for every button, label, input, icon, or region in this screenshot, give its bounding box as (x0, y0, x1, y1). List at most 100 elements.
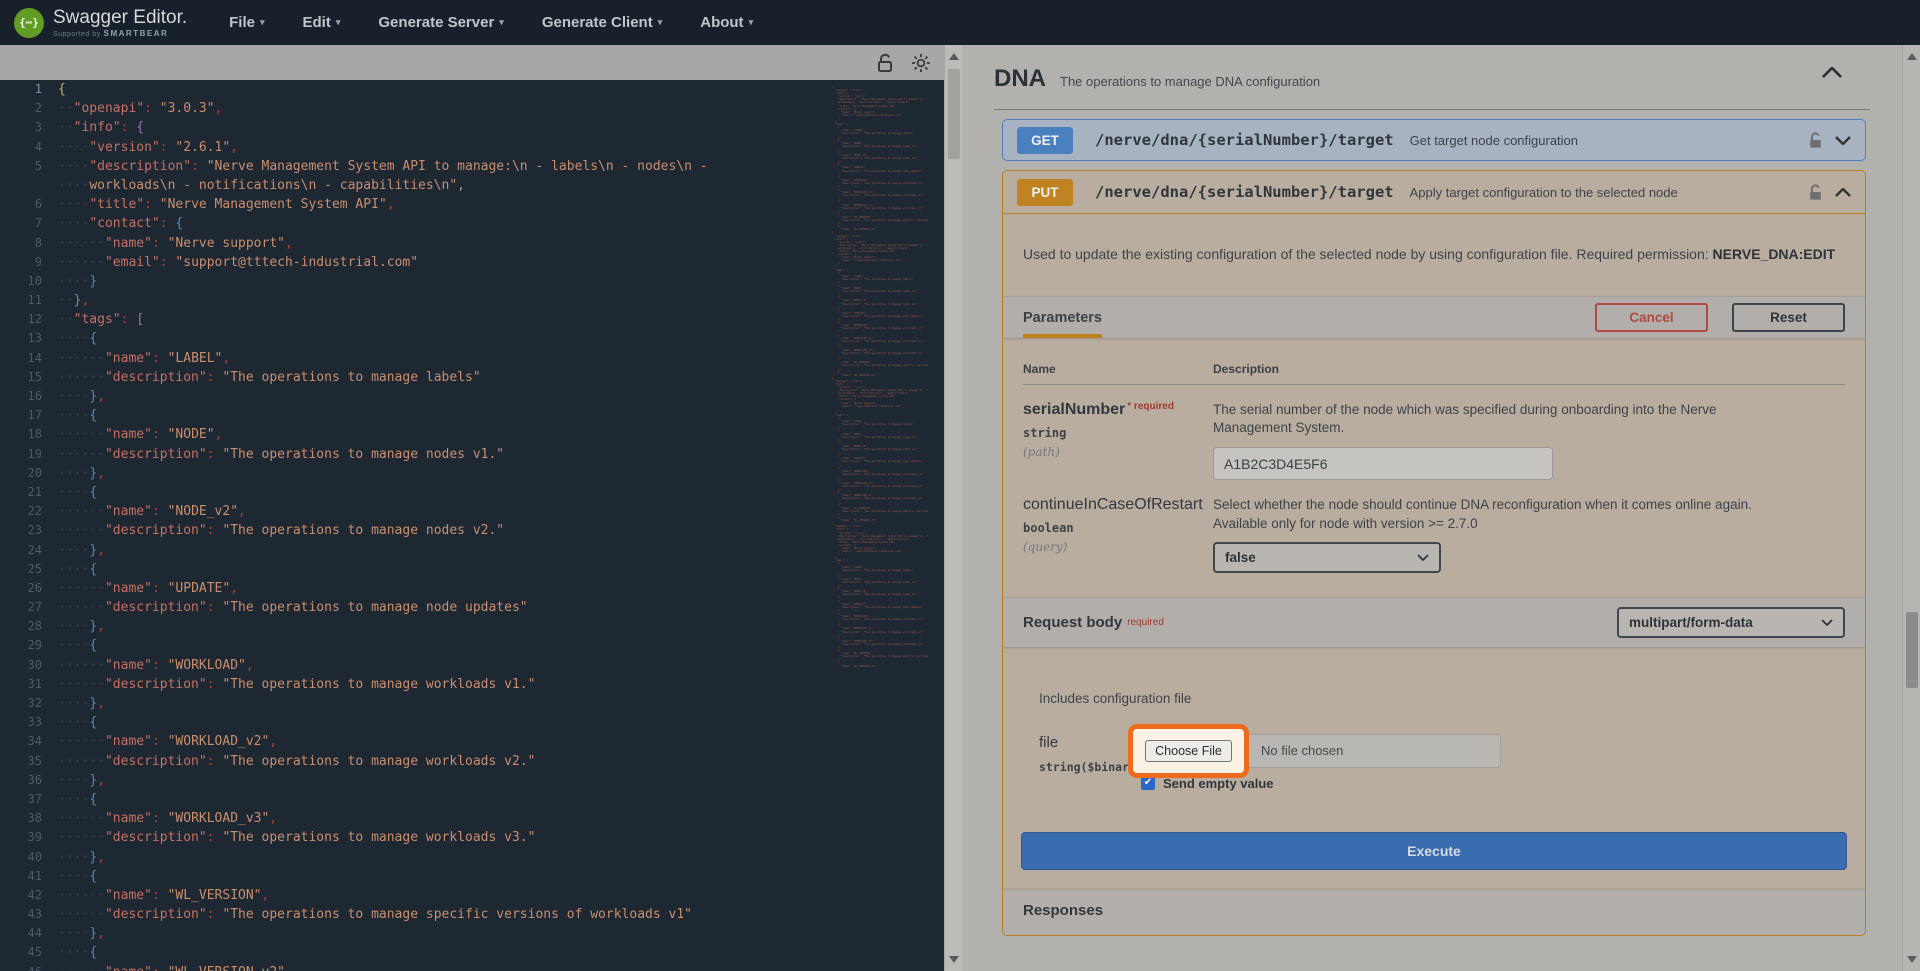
column-header-description: Description (1213, 362, 1280, 376)
code-line: 36 ····}, (27, 772, 105, 788)
send-empty-value-label: Send empty value (1163, 775, 1274, 791)
code-line: 14 ······"name": "LABEL", (27, 350, 231, 366)
code-line: 38 ······"name": "WORKLOAD_v3", (27, 811, 278, 827)
code-line: 3 ··"info": { (34, 120, 145, 136)
code-line: 15 ······"description": "The operations t… (27, 369, 481, 385)
editor-toolbar (0, 45, 944, 80)
menu-about[interactable]: About ▾ (700, 14, 753, 31)
auth-lock-icon[interactable] (1808, 131, 1823, 149)
swagger-logo-icon: {⋯} (14, 7, 44, 38)
code-line: 44 ····}, (27, 926, 105, 942)
api-docs-pane: DNA The operations to manage DNA configu… (962, 45, 1920, 971)
code-line: 46······"name": "WL_VERSION_v2", (0, 963, 944, 971)
code-line: 25 ····{ (27, 561, 98, 577)
param-description: The serial number of the node which was … (1213, 402, 1717, 436)
get-operation-header[interactable]: GET /nerve/dna/{serialNumber}/target Get… (1003, 120, 1865, 160)
opblock-put: PUT /nerve/dna/{serialNumber}/target App… (1002, 170, 1866, 936)
brand-subtitle: Supported by SMARTBEAR (53, 28, 169, 38)
section-collapse-chevron-icon[interactable] (1822, 67, 1842, 78)
serialNumber-input[interactable] (1213, 447, 1553, 481)
docs-scrollbar-thumb[interactable] (1906, 612, 1918, 688)
code-line: 16 ····}, (27, 389, 105, 404)
chevron-down-icon[interactable] (1835, 135, 1851, 145)
put-summary: Apply target configuration to the select… (1409, 184, 1678, 200)
execute-button[interactable]: Execute (1021, 831, 1847, 870)
param-name: file (1039, 733, 1059, 751)
unlock-icon[interactable] (874, 52, 896, 74)
scroll-down-arrow[interactable] (1907, 956, 1917, 963)
scroll-up-arrow[interactable] (949, 53, 959, 60)
topbar-menus: File ▾ Edit ▾ Generate Server ▾ Generate Clien… (229, 14, 753, 31)
docs-scrollbar[interactable] (1902, 45, 1920, 971)
put-path: /nerve/dna/{serialNumber}/target (1095, 183, 1394, 201)
code-line: 20 ····}, (27, 465, 105, 481)
code-line: 1{ (34, 82, 66, 97)
topbar: {⋯} Swagger Editor. Supported by SMARTBEA… (0, 0, 1920, 45)
media-type-select[interactable]: multipart/form-data (1617, 606, 1845, 638)
auth-lock-icon[interactable] (1808, 183, 1823, 201)
get-path: /nerve/dna/{serialNumber}/target (1095, 131, 1394, 149)
code-line: 18 ······"name": "NODE", (27, 427, 223, 443)
code-line: 37 ····{ (27, 791, 98, 807)
code-line: 7 ····"contact": { (34, 216, 184, 232)
param-description: Select whether the node should continue … (1213, 497, 1752, 531)
code-line: 26 ······"name": "UPDATE", (27, 580, 239, 596)
editor-scrollbar[interactable] (944, 45, 962, 971)
required-permission: NERVE_DNA:EDIT (1712, 246, 1836, 262)
code-line: 4 ····"version": "2.6.1", (34, 139, 239, 155)
code-line: 12 ··"tags": [ (27, 312, 145, 328)
responses-section-header: Responses (1003, 889, 1865, 935)
request-body-params: Includes configuration file file string(… (1003, 647, 1865, 794)
app-title: Swagger Editor. (53, 6, 188, 28)
code-editor[interactable]: 1{2 ··"openapi": "3.0.3", 3 ··"info": {4 ···… (0, 80, 944, 971)
menu-file[interactable]: File ▾ (229, 14, 264, 31)
code-line: 34 ······"name": "WORKLOAD_v2", (27, 734, 278, 750)
chevron-up-icon[interactable] (1835, 187, 1851, 197)
param-name: continueInCaseOfRestart (1023, 496, 1203, 514)
code-line: 9 ······"email": "support@tttech-industri… (34, 254, 419, 270)
opblock-get: GET /nerve/dna/{serialNumber}/target Get… (1002, 119, 1866, 161)
put-operation-header[interactable]: PUT /nerve/dna/{serialNumber}/target App… (1003, 171, 1865, 214)
code-line: 32 ····}, (27, 696, 105, 711)
menu-generate-client[interactable]: Generate Client ▾ (542, 14, 662, 31)
put-method-badge: PUT (1017, 178, 1073, 206)
code-line: 40 ····}, (27, 849, 105, 865)
dna-section-header: DNA The operations to manage DNA configu… (994, 65, 1870, 93)
required-marker: * required (1127, 401, 1174, 412)
request-body-section-header: Request body required multipart/form-dat… (1003, 596, 1865, 647)
cancel-button[interactable]: Cancel (1595, 303, 1708, 332)
menu-generate-server[interactable]: Generate Server ▾ (378, 14, 503, 31)
parameters-table: Name Description serialNumber * required … (1003, 338, 1865, 597)
request-body-label: Request body (1023, 613, 1123, 631)
code-line: 6 ····"title": "Nerve Management System A… (34, 197, 395, 213)
send-empty-value-checkbox[interactable]: ✔ (1141, 776, 1155, 791)
body-description: Includes configuration file (1039, 690, 1192, 706)
code-line: 45 ····{ (27, 945, 98, 961)
parameters-section-header: Parameters Cancel Reset (1003, 296, 1865, 338)
param-name: serialNumber (1023, 401, 1126, 418)
section-description: The operations to manage DNA configurati… (1060, 74, 1321, 89)
editor-scrollbar-thumb[interactable] (948, 69, 960, 159)
editor-pane: 1{2 ··"openapi": "3.0.3", 3 ··"info": {4 ···… (0, 45, 962, 971)
param-location: (path) (1023, 445, 1060, 459)
continueInCaseOfRestart-select[interactable]: false (1213, 541, 1441, 573)
code-line: 30 ······"name": "WORKLOAD", (27, 657, 254, 673)
get-summary: Get target node configuration (1409, 132, 1579, 148)
param-type: string (1023, 426, 1067, 440)
brightness-icon[interactable] (910, 52, 932, 74)
scroll-up-arrow[interactable] (1907, 53, 1917, 60)
code-line: 27 ······"description": "The operations t… (27, 600, 528, 616)
code-line: 17 ····{ (27, 408, 98, 424)
code-line: 35 ······"description": "The operations t… (27, 753, 536, 769)
swagger-logo: {⋯} Swagger Editor. Supported by SMARTBEA… (14, 6, 188, 38)
code-line: 10 ····} (27, 273, 98, 289)
code-line: 43 ······"description": "The operations t… (27, 907, 692, 923)
reset-button[interactable]: Reset (1732, 303, 1845, 332)
tab-parameters[interactable]: Parameters (1023, 297, 1102, 338)
code-line: 42 ······"name": "WL_VERSION", (27, 887, 270, 903)
annotation-highlight: Choose File (1128, 723, 1249, 778)
choose-file-button[interactable]: Choose File (1145, 739, 1232, 762)
menu-edit[interactable]: Edit ▾ (303, 14, 341, 31)
code-line: ····workloads\n - notifications\n - capa… (58, 177, 465, 193)
scroll-down-arrow[interactable] (949, 956, 959, 963)
